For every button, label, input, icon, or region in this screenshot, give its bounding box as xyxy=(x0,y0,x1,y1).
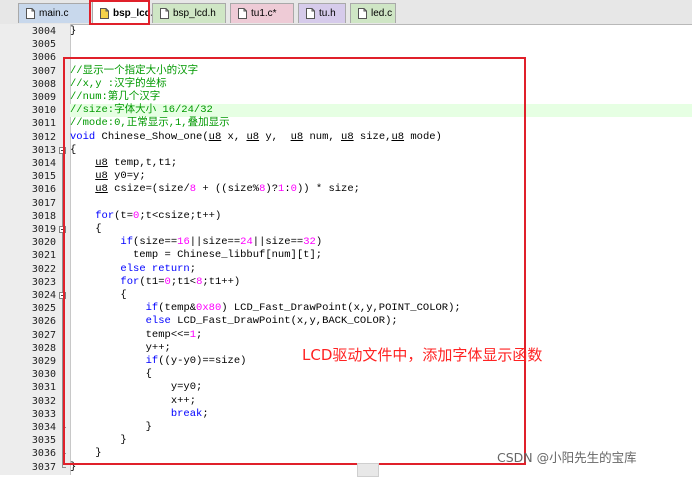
watermark: CSDN @小阳先生的宝库 xyxy=(497,450,637,465)
code-highlight-box xyxy=(63,57,526,465)
line-number: 3013 xyxy=(31,144,56,156)
code-token: } xyxy=(70,25,77,37)
tab-main-c[interactable]: main.c xyxy=(18,3,90,23)
line-number: 3006 xyxy=(31,52,56,64)
line-number: 3014 xyxy=(31,158,56,169)
line-number: 3004 xyxy=(31,26,56,37)
line-number: 3022 xyxy=(31,263,56,275)
annotation-text: LCD驱动文件中，添加字体显示函数 xyxy=(302,346,543,364)
line-number: 3020 xyxy=(31,237,56,249)
tab-label: bsp_lcd.h xyxy=(173,8,216,19)
line-number: 3008 xyxy=(31,78,56,90)
tab-tu1-c[interactable]: tu1.c* xyxy=(230,3,294,23)
line-number: 3024 xyxy=(31,290,56,301)
line-number: 3037 xyxy=(31,461,56,473)
fold-end-marker xyxy=(62,466,66,468)
line-number: 3030 xyxy=(31,369,56,381)
line-number: 3007 xyxy=(31,65,56,77)
file-icon xyxy=(306,8,315,19)
line-number: 3027 xyxy=(31,329,56,341)
tab-label: tu1.c* xyxy=(251,8,277,19)
line-number: 3009 xyxy=(31,92,56,103)
line-number: 3025 xyxy=(31,303,56,315)
code-line[interactable]: } xyxy=(70,25,76,38)
line-number: 3029 xyxy=(31,356,56,367)
line-number: 3018 xyxy=(31,210,56,222)
line-number: 3016 xyxy=(31,184,56,196)
active-tab-highlight-box xyxy=(89,0,150,25)
tab-bsp-lcd-h[interactable]: bsp_lcd.h xyxy=(152,3,226,23)
tab-label: tu.h xyxy=(319,8,336,19)
file-icon xyxy=(26,8,35,19)
line-number: 3028 xyxy=(31,342,56,354)
line-number: 3005 xyxy=(31,39,56,51)
line-number: 3026 xyxy=(31,316,56,328)
line-number: 3015 xyxy=(31,171,56,183)
file-icon xyxy=(238,8,247,19)
line-number: 3035 xyxy=(31,435,56,447)
line-number: 3021 xyxy=(31,250,56,262)
file-icon xyxy=(358,8,367,19)
tab-label: main.c xyxy=(39,8,69,19)
line-number: 3019 xyxy=(31,224,56,235)
line-number: 3010 xyxy=(31,105,56,117)
line-number: 3034 xyxy=(31,422,56,433)
tab-tu-h[interactable]: tu.h xyxy=(298,3,346,23)
line-number: 3011 xyxy=(31,118,56,130)
file-icon xyxy=(160,8,169,19)
line-number: 3036 xyxy=(31,448,56,460)
line-number: 3012 xyxy=(31,131,56,143)
line-number: 3023 xyxy=(31,276,56,288)
tab-led-c[interactable]: led.c xyxy=(350,3,396,23)
line-number: 3031 xyxy=(31,382,56,394)
line-number: 3033 xyxy=(31,408,56,420)
line-number: 3032 xyxy=(31,395,56,407)
line-number-gutter: 3004 3005 3006 3007 3008 3009 3010 3011 3012 3013… xyxy=(0,24,71,475)
tab-label: led.c xyxy=(371,8,393,19)
line-number: 3017 xyxy=(31,197,56,209)
